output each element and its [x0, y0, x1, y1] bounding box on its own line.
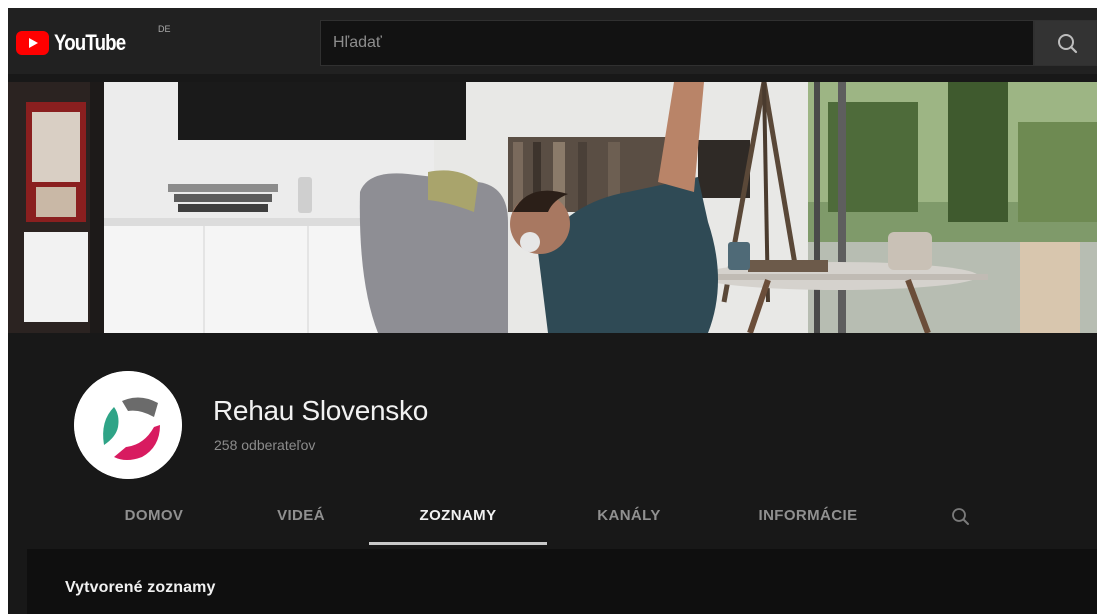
channel-header: Rehau Slovensko 258 odberateľov DOMOV VI… — [8, 333, 1097, 614]
youtube-play-icon — [16, 31, 49, 55]
youtube-logo[interactable]: YouTube DE — [16, 24, 171, 56]
search-button[interactable] — [1034, 20, 1097, 66]
tab-videa[interactable]: VIDEÁ — [266, 489, 336, 547]
tab-zoznamy[interactable]: ZOZNAMY — [369, 489, 547, 547]
channel-name: Rehau Slovensko — [213, 395, 428, 426]
rehau-logo-icon — [74, 371, 182, 479]
search-icon — [952, 508, 969, 525]
logo-text: YouTube — [54, 30, 126, 55]
search-icon — [1058, 34, 1078, 54]
masthead: YouTube DE — [8, 8, 1097, 74]
channel-avatar[interactable] — [74, 371, 182, 479]
search-input[interactable] — [320, 20, 1034, 66]
section-title: Vytvorené zoznamy — [65, 579, 216, 596]
channel-banner — [8, 82, 1097, 333]
tab-informacie[interactable]: INFORMÁCIE — [746, 489, 870, 547]
playlists-section: Vytvorené zoznamy — [27, 549, 1097, 614]
country-code: DE — [158, 24, 171, 34]
tab-domov[interactable]: DOMOV — [118, 489, 190, 547]
youtube-window: YouTube DE Hľadať Rehau Slovensko 258 od… — [8, 8, 1097, 614]
channel-tabs: DOMOV VIDEÁ ZOZNAMY KANÁLY INFORMÁCIE — [68, 489, 1088, 549]
channel-search-button[interactable] — [948, 504, 974, 530]
tab-kanaly[interactable]: KANÁLY — [588, 489, 670, 547]
subscriber-count: 258 odberateľov — [214, 437, 316, 453]
